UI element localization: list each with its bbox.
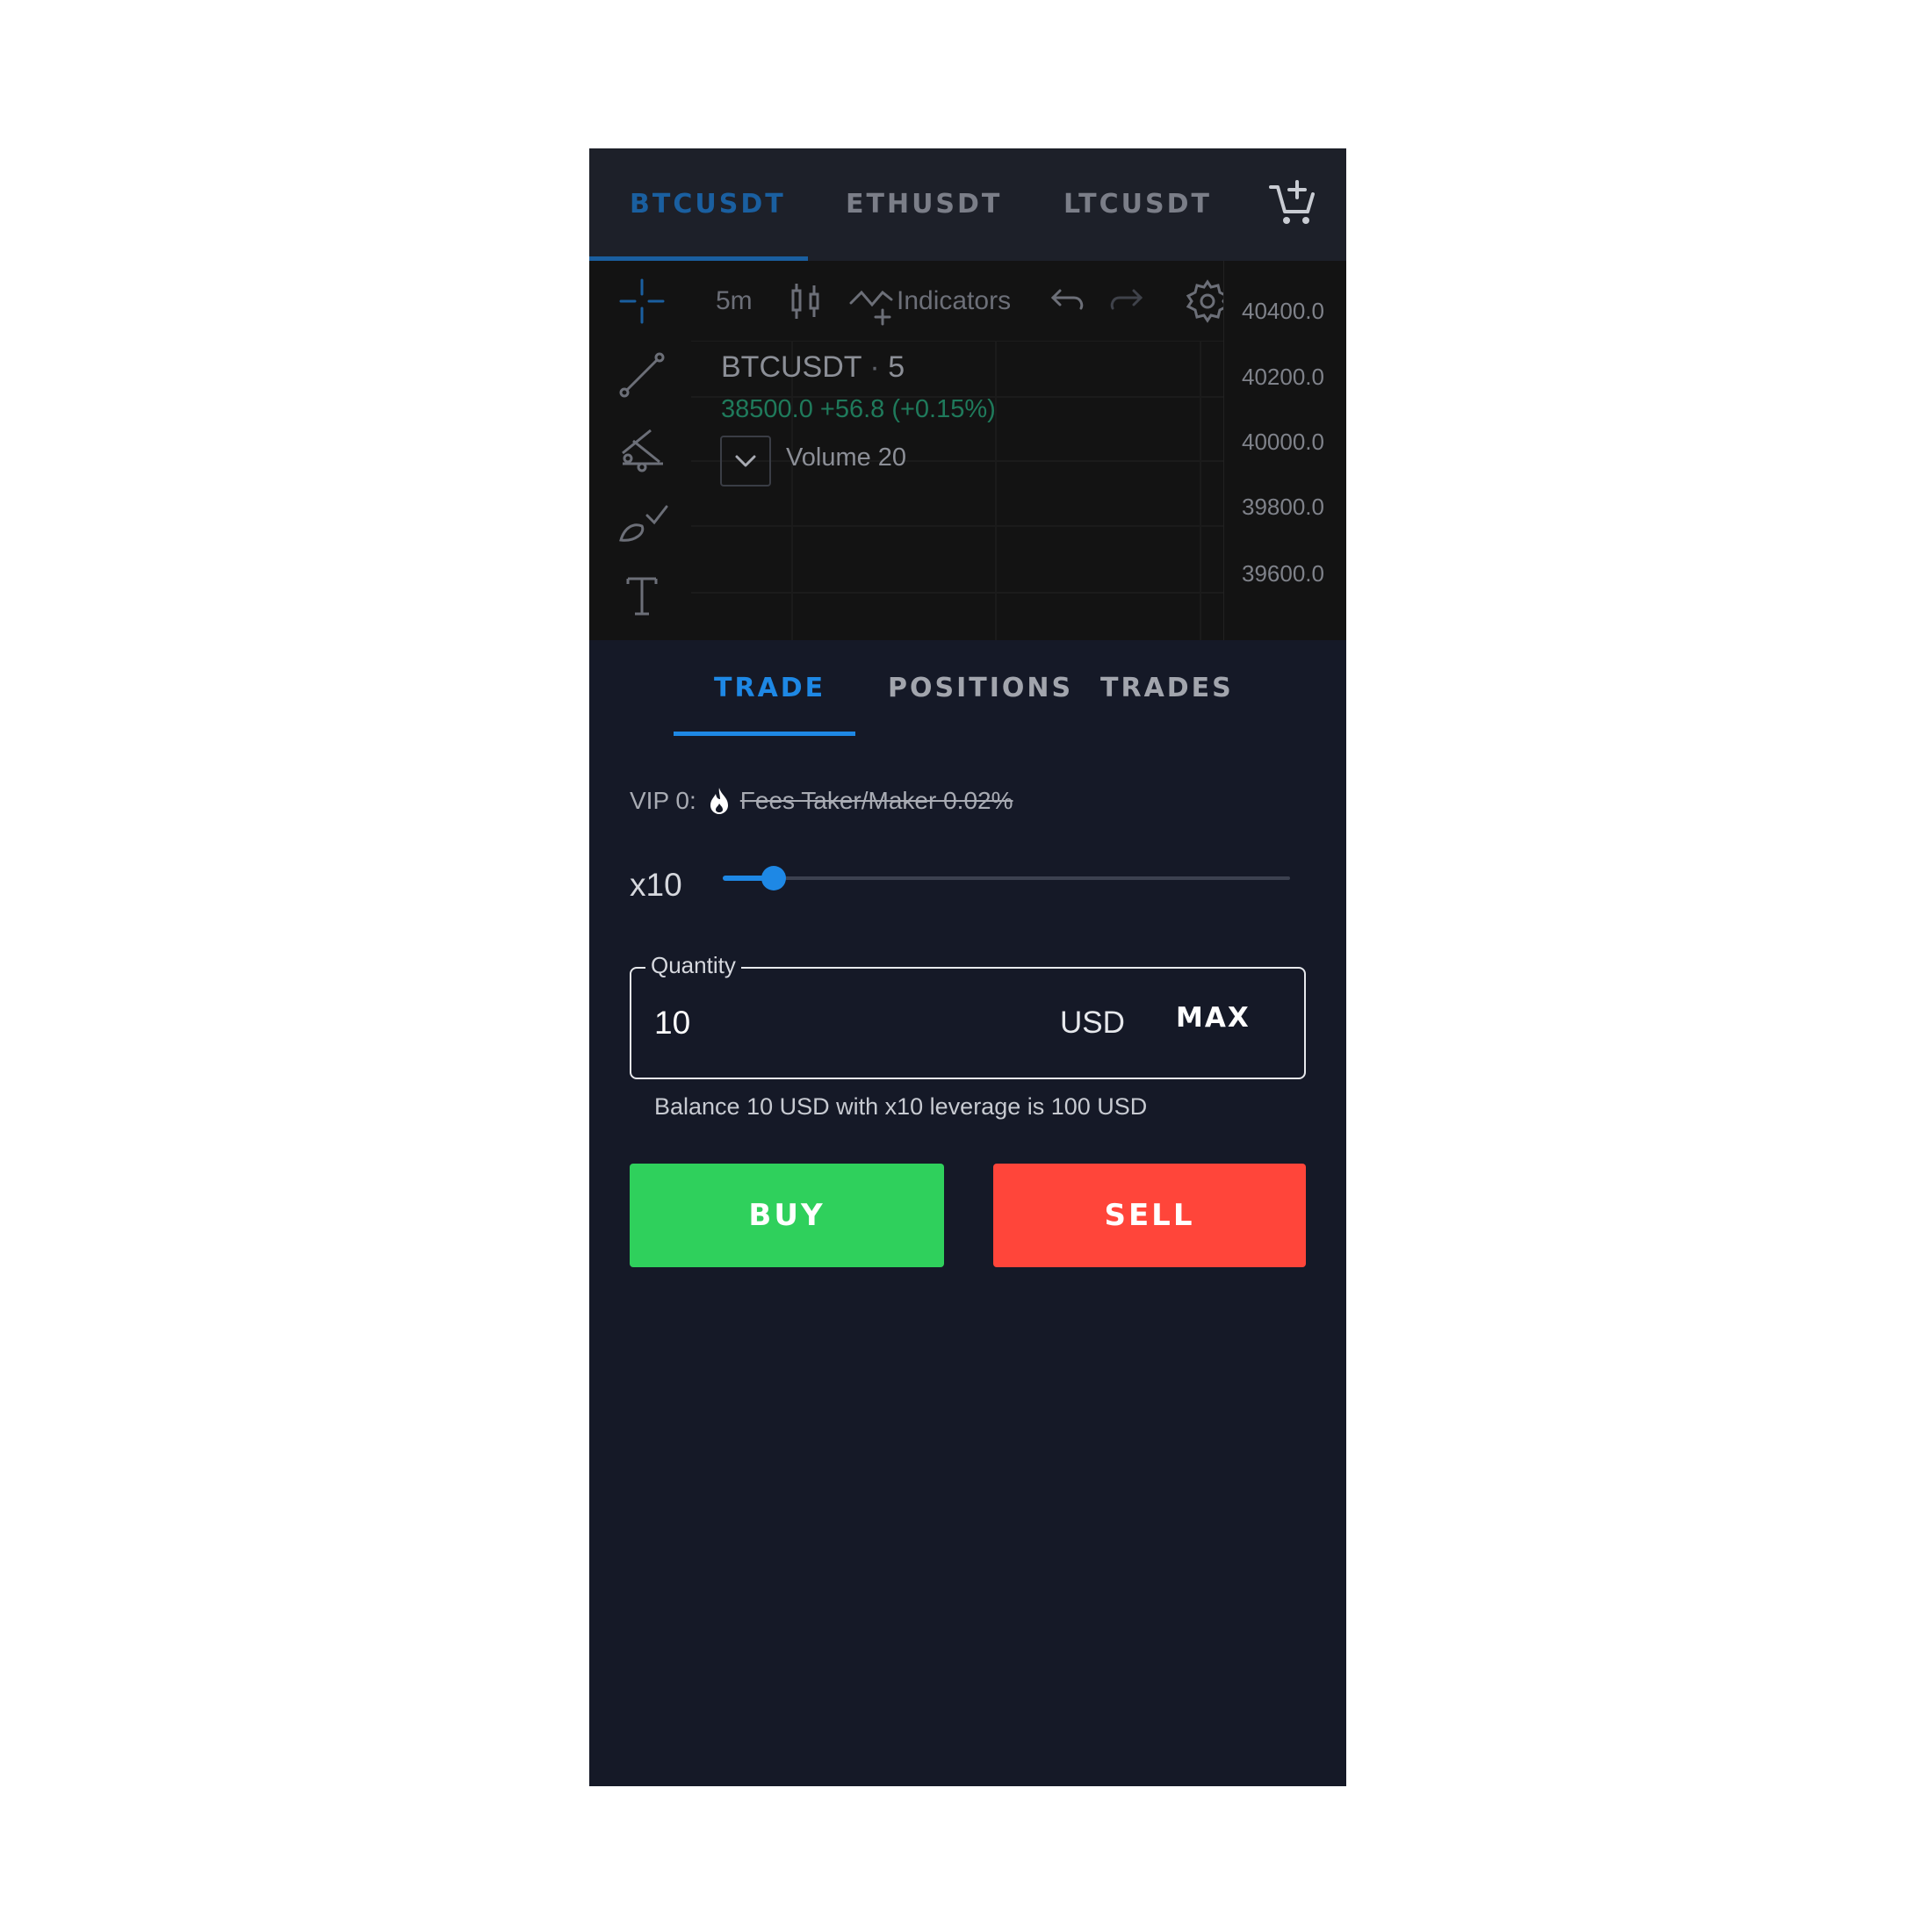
chart-grid <box>691 342 1223 640</box>
slider-thumb[interactable] <box>761 866 787 890</box>
text-tool-icon[interactable] <box>616 568 668 621</box>
tab-trade[interactable]: TRADE <box>714 640 825 737</box>
symbol-tabs: BTCUSDT ETHUSDT LTCUSDT <box>589 148 1346 261</box>
vip-level: VIP 0: <box>630 787 696 814</box>
redo-icon[interactable] <box>1100 277 1150 326</box>
price-axis-label: 39800.0 <box>1242 494 1324 520</box>
legend-separator: · <box>869 350 880 384</box>
chart-legend-price: 38500.0 +56.8 (+0.15%) <box>721 395 996 424</box>
trading-app: BTCUSDT ETHUSDT LTCUSDT 5m Indicators BT… <box>589 148 1346 1786</box>
crosshair-icon[interactable] <box>616 275 668 328</box>
interval-button[interactable]: 5m <box>716 261 753 342</box>
price-change: +56.8 (+0.15%) <box>819 395 996 423</box>
balance-helper-text: Balance 10 USD with x10 leverage is 100 … <box>654 1093 1148 1120</box>
price-axis-label: 39600.0 <box>1242 560 1324 587</box>
price-chart[interactable]: 5m Indicators BTCUSDT · 5 38500.0 +56.8 … <box>589 261 1346 640</box>
slider-rail <box>723 876 1290 880</box>
quantity-label: Quantity <box>645 951 741 979</box>
legend-symbol: BTCUSDT <box>721 350 861 384</box>
vip-fee-info: VIP 0: Fees Taker/Maker 0.02% <box>630 783 1013 818</box>
active-panel-tab-indicator <box>674 732 855 736</box>
tab-ltcusdt[interactable]: LTCUSDT <box>1063 148 1212 261</box>
indicators-button[interactable]: Indicators <box>897 261 1011 342</box>
volume-indicator-label: Volume 20 <box>786 443 907 472</box>
brush-icon[interactable] <box>616 496 668 549</box>
trend-line-icon[interactable] <box>616 349 668 401</box>
candles-icon[interactable] <box>782 277 832 326</box>
price-axis-label: 40200.0 <box>1242 364 1324 390</box>
undo-icon[interactable] <box>1044 277 1093 326</box>
indicators-icon[interactable] <box>847 277 897 326</box>
tab-btcusdt[interactable]: BTCUSDT <box>630 148 786 261</box>
drawing-toolbar <box>589 261 691 640</box>
last-price: 38500.0 <box>721 395 813 423</box>
sell-button[interactable]: SELL <box>993 1164 1306 1267</box>
volume-collapse-button[interactable] <box>720 436 771 487</box>
leverage-slider[interactable] <box>723 861 1290 896</box>
price-axis-label: 40000.0 <box>1242 429 1324 455</box>
fee-text: Fees Taker/Maker 0.02% <box>739 787 1013 814</box>
tab-trades[interactable]: TRADES <box>1100 640 1234 737</box>
tab-positions[interactable]: POSITIONS <box>888 640 1073 737</box>
leverage-label: x10 <box>630 867 682 903</box>
chevron-down-icon <box>735 455 756 467</box>
legend-interval: 5 <box>888 350 905 384</box>
cart-plus-icon[interactable] <box>1267 178 1320 231</box>
buy-button[interactable]: BUY <box>630 1164 944 1267</box>
max-button[interactable]: MAX <box>1176 1002 1251 1034</box>
chart-legend-title: BTCUSDT · 5 <box>721 350 905 385</box>
price-axis[interactable]: 40400.0 40200.0 40000.0 39800.0 39600.0 <box>1223 261 1346 640</box>
quantity-field[interactable]: Quantity USD MAX <box>630 951 1306 1079</box>
fire-icon <box>710 788 728 814</box>
tab-ethusdt[interactable]: ETHUSDT <box>846 148 1002 261</box>
quantity-input[interactable] <box>654 995 1023 1051</box>
panel-tabs: TRADE POSITIONS TRADES <box>589 640 1346 741</box>
price-axis-label: 40400.0 <box>1242 298 1324 324</box>
fib-tool-icon[interactable] <box>616 423 668 476</box>
quantity-unit: USD <box>1060 1006 1125 1040</box>
